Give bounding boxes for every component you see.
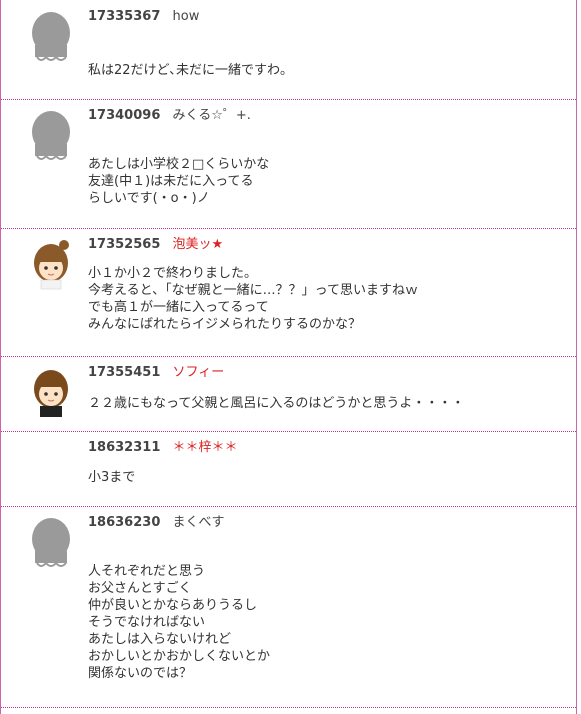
comment-body: 小3まで (88, 470, 136, 485)
comment-item: 18632311 ＊＊梓＊＊ 小3まで (1, 431, 576, 507)
girl-avatar-icon (34, 240, 69, 290)
default-silhouette-icon (32, 111, 70, 160)
comment-author: ＊＊梓＊＊ (172, 440, 238, 455)
comment-number: 17355451 (88, 365, 161, 380)
default-silhouette-icon (32, 12, 70, 61)
comment-header: 17352565 泡美ッ★ (88, 236, 223, 254)
comment-author: ソフィー (172, 365, 225, 380)
comment-author: 泡美ッ★ (172, 237, 224, 252)
comment-body: 人それぞれだと思う お父さんとすごく 仲が良いとかならありうるし そうでなければ… (88, 564, 271, 681)
comment-header: 18632311 ＊＊梓＊＊ (88, 439, 238, 457)
comment-author: how (172, 9, 200, 24)
comment-number: 17340096 (88, 108, 161, 123)
comment-item: 17335367 how 私は22だけど､未だに一緒ですわ。 (1, 0, 576, 100)
comment-item: 18636230 まくべす 人それぞれだと思う お父さんとすごく 仲が良いとかな… (1, 506, 576, 708)
comment-header: 17340096 みくる☆゜+. (88, 107, 251, 125)
comment-header: 17335367 how (88, 8, 199, 26)
girl-bob-avatar-icon (34, 370, 68, 417)
comment-body: ２２歳にもなって父親と風呂に入るのはどうかと思うよ・・・・ (88, 396, 465, 411)
comment-author: みくる☆゜+. (172, 108, 251, 123)
comment-header: 17355451 ソフィー (88, 364, 224, 382)
comment-number: 18636230 (88, 515, 161, 530)
comment-number: 17335367 (88, 9, 161, 24)
comment-body: 小１か小２で終わりました。 今考えると、「なぜ親と一緒に…？？」って思いますねｗ… (88, 266, 418, 332)
comment-body: あたしは小学校２□くらいかな 友達(中１)は未だに入ってる らしいです(・o・)… (88, 157, 270, 206)
comment-number: 18632311 (88, 440, 161, 455)
comment-number: 17352565 (88, 237, 161, 252)
comment-board: 17335367 how 私は22だけど､未だに一緒ですわ。 17340096 … (0, 0, 577, 714)
default-silhouette-icon (32, 518, 70, 567)
comment-body: 私は22だけど､未だに一緒ですわ。 (88, 63, 294, 78)
comment-author: まくべす (172, 515, 225, 530)
comment-header: 18636230 まくべす (88, 514, 225, 532)
comment-item: 17340096 みくる☆゜+. あたしは小学校２□くらいかな 友達(中１)は未… (1, 99, 576, 229)
comment-item: 17355451 ソフィー ２２歳にもなって父親と風呂に入るのはどうかと思うよ・… (1, 356, 576, 432)
comment-item: 17352565 泡美ッ★ 小１か小２で終わりました。 今考えると、「なぜ親と一… (1, 228, 576, 357)
